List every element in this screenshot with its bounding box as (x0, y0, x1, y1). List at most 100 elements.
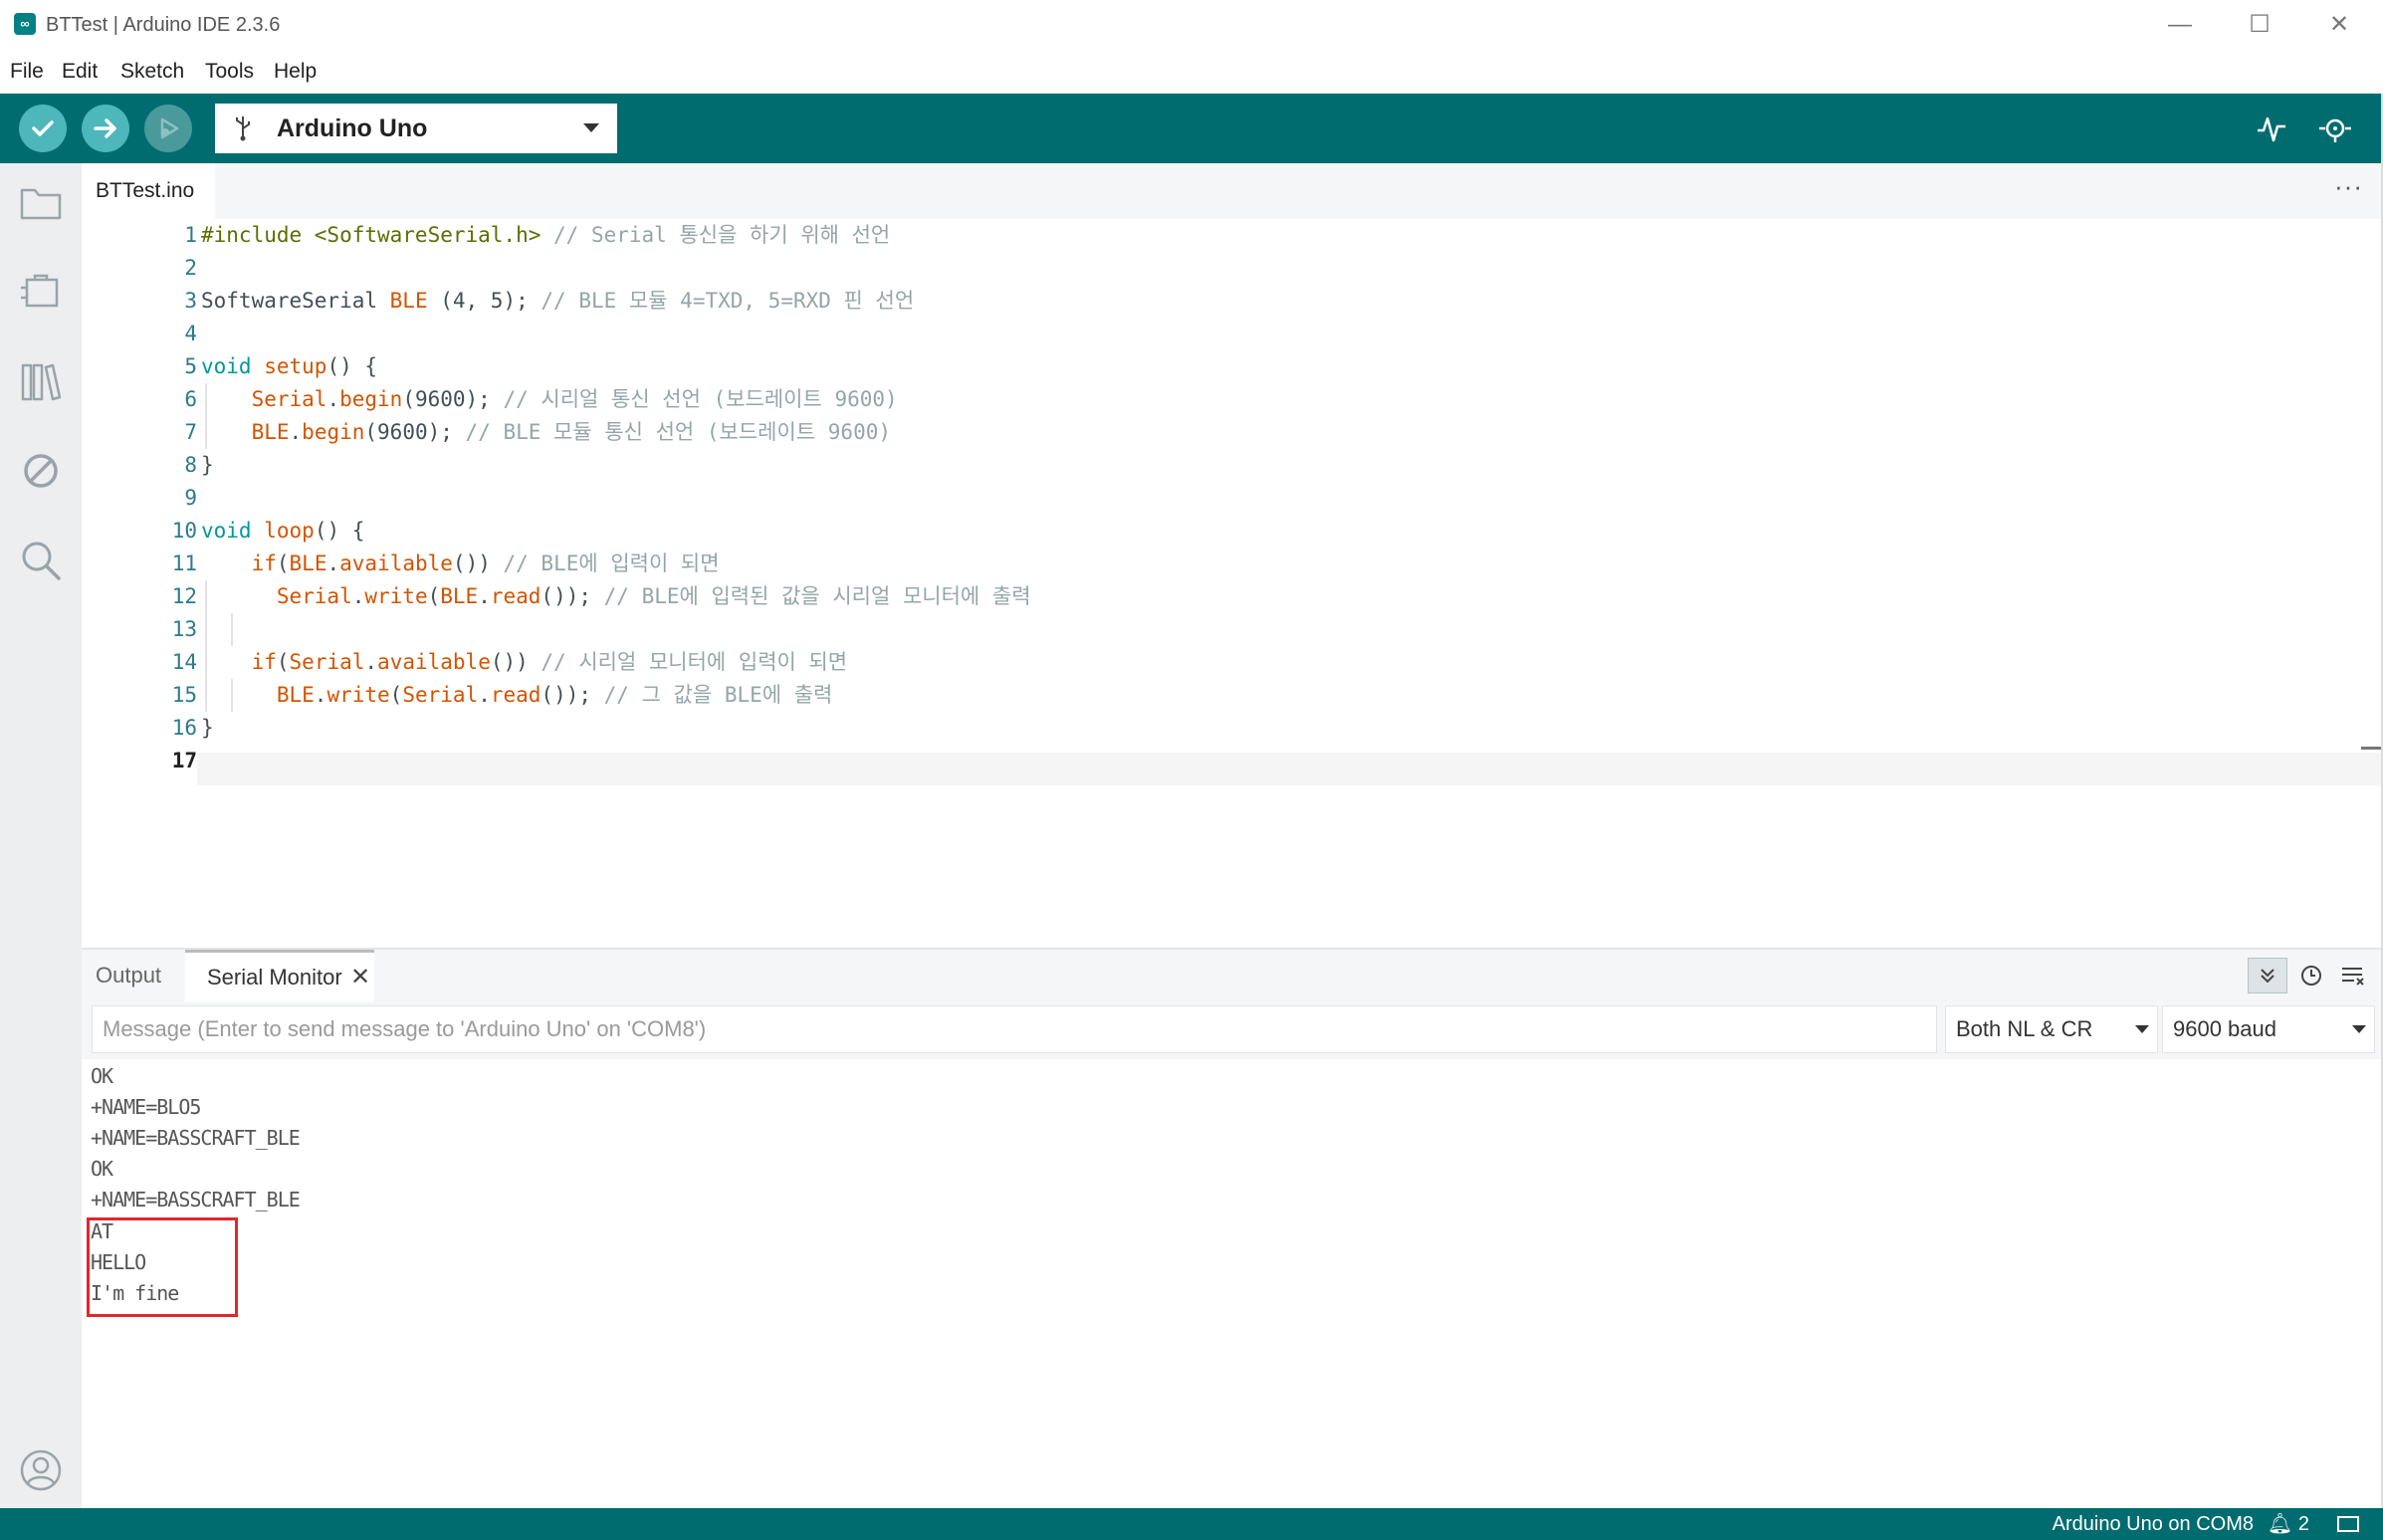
code-line: if(Serial.available()) // 시리얼 모니터에 입력이 되… (201, 646, 848, 679)
sidebar (0, 163, 82, 1508)
folder-icon (20, 188, 62, 220)
debug-icon (160, 117, 179, 139)
code-token: BLE (389, 289, 428, 313)
code-token: begin (339, 387, 403, 411)
upload-button[interactable] (82, 105, 129, 152)
line-number: 8 (184, 453, 197, 477)
baud-rate-select[interactable]: 9600 baud (2162, 1005, 2375, 1053)
code-comment: // 시리얼 통신 선언 (보드레이트 9600) (503, 387, 898, 411)
close-icon[interactable]: ✕ (350, 953, 370, 1001)
line-number: 7 (184, 420, 197, 444)
tab-output[interactable]: Output (96, 950, 161, 1001)
line-number: 6 (184, 387, 197, 411)
tab-serial-monitor[interactable]: Serial Monitor ✕ (185, 950, 374, 1001)
code-token: ( (389, 683, 403, 707)
code-token: (4, 5); (427, 289, 542, 313)
code-token: BLE (276, 683, 315, 707)
code-token: void (201, 519, 252, 543)
code-comment: // BLE 모듈 4=TXD, 5=RXD 핀 선언 (541, 289, 915, 313)
serial-output[interactable]: OK +NAME=BLO5 +NAME=BASSCRAFT_BLE OK +NA… (82, 1059, 2383, 1508)
code-token: . (364, 650, 378, 674)
tab-bttest-ino[interactable]: BTTest.ino (82, 163, 215, 219)
line-ending-select[interactable]: Both NL & CR (1945, 1005, 2158, 1053)
code-token: ()) (490, 650, 542, 674)
menu-edit[interactable]: Edit (62, 50, 98, 94)
code-token: Serial (251, 387, 327, 411)
notifications-button[interactable]: 🔔︎ 2 (2268, 1508, 2309, 1540)
menu-help[interactable]: Help (274, 50, 317, 94)
code-token: write (364, 584, 428, 608)
code-token: SoftwareSerial (201, 289, 390, 313)
account-button[interactable] (16, 1445, 66, 1495)
timestamp-toggle[interactable] (2291, 958, 2331, 993)
tab-label: Serial Monitor (207, 965, 342, 990)
code-token: } (201, 716, 214, 740)
code-comment: // BLE 모듈 통신 선언 (보드레이트 9600) (465, 420, 891, 444)
clear-output-button[interactable] (2333, 958, 2373, 993)
debug-sidebar-button[interactable] (16, 446, 66, 496)
close-window-button[interactable]: ✕ (2299, 0, 2379, 50)
serial-output-line: OK (91, 1157, 113, 1181)
code-token: if (251, 650, 277, 674)
code-token: } (201, 453, 214, 477)
maximize-button[interactable]: ☐ (2220, 0, 2299, 50)
debug-button[interactable] (144, 105, 192, 152)
code-token: write (326, 683, 390, 707)
board-name: Arduino Uno (277, 114, 428, 142)
code-token: begin (302, 420, 365, 444)
code-token: Serial (402, 683, 479, 707)
code-token: BLE (289, 551, 327, 575)
line-number: 17 (171, 749, 197, 772)
menu-sketch[interactable]: Sketch (120, 50, 184, 94)
code-token: available (377, 650, 491, 674)
code-line: } (201, 449, 214, 482)
code-comment: // BLE에 입력된 값을 시리얼 모니터에 출력 (603, 584, 1031, 608)
sketchbook-button[interactable] (16, 177, 66, 227)
line-number: 10 (171, 519, 197, 543)
serial-plotter-button[interactable] (2252, 109, 2291, 148)
code-line: SoftwareSerial BLE (4, 5); // BLE 모듈 4=T… (201, 285, 914, 318)
autoscroll-toggle[interactable] (2248, 958, 2287, 993)
menu-file[interactable]: File (10, 50, 44, 94)
minimize-button[interactable]: — (2140, 0, 2220, 50)
code-token: . (326, 551, 340, 575)
code-token: BLE (251, 420, 290, 444)
code-token: ( (276, 650, 290, 674)
code-comment: // BLE에 입력이 되면 (503, 551, 720, 575)
account-icon (20, 1449, 62, 1491)
library-manager-button[interactable] (16, 356, 66, 406)
serial-monitor-button[interactable] (2315, 109, 2355, 148)
line-number: 13 (171, 617, 197, 641)
annotation-highlight-box (87, 1217, 238, 1317)
board-selector[interactable]: Arduino Uno (215, 104, 617, 153)
search-sidebar-button[interactable] (16, 536, 66, 585)
serial-output-line: +NAME=BLO5 (91, 1095, 201, 1119)
arduino-logo-icon: ∞ (14, 13, 36, 35)
clock-icon (2301, 966, 2321, 986)
more-options-icon[interactable]: ··· (2334, 163, 2363, 219)
verify-button[interactable] (19, 105, 67, 152)
line-number: 16 (171, 716, 197, 740)
code-line: void loop() { (201, 515, 364, 548)
editor-tab-bar: BTTest.ino ··· (82, 163, 2383, 219)
code-editor[interactable]: 1 2 3 4 5 6 7 8 9 10 11 12 13 14 15 16 1… (82, 219, 2383, 948)
line-number: 15 (171, 683, 197, 707)
code-token: BLE (440, 584, 479, 608)
boards-manager-button[interactable] (16, 267, 66, 317)
serial-message-input[interactable] (92, 1005, 1937, 1053)
code-line: #include <SoftwareSerial.h> // Serial 통신… (201, 219, 890, 252)
code-token: #include <SoftwareSerial.h> (201, 223, 542, 247)
serial-output-line: +NAME=BASSCRAFT_BLE (91, 1188, 301, 1211)
code-token: ()) (452, 551, 504, 575)
status-board-port[interactable]: Arduino Uno on COM8 (2053, 1508, 2254, 1540)
menu-tools[interactable]: Tools (205, 50, 254, 94)
code-line: Serial.begin(9600); // 시리얼 통신 선언 (보드레이트 … (201, 383, 898, 416)
toggle-panel-icon[interactable] (2337, 1516, 2359, 1532)
code-token: void (201, 354, 252, 378)
code-token: . (326, 387, 340, 411)
code-token: . (289, 420, 303, 444)
serial-output-line: OK (91, 1064, 113, 1088)
code-token: (9600); (402, 387, 504, 411)
